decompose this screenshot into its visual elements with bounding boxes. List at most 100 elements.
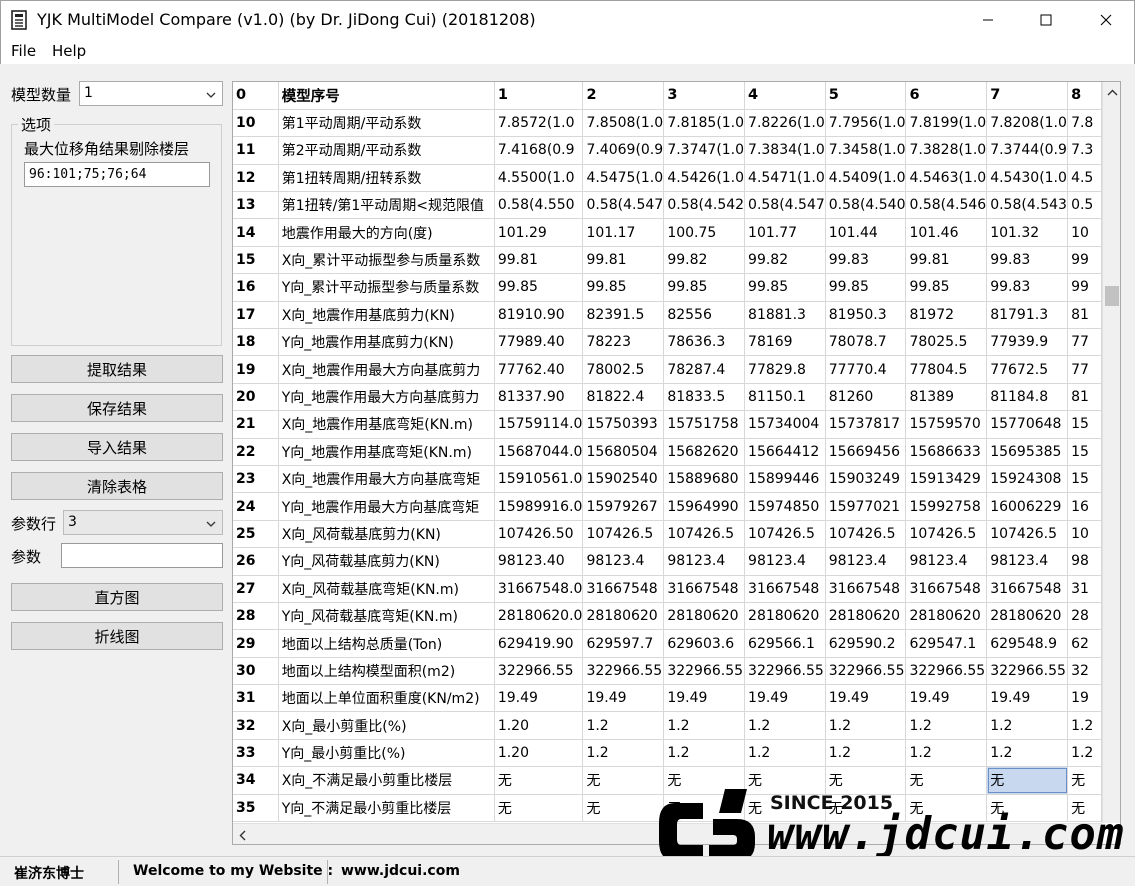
row-label-cell[interactable]: X向_不满足最小剪重比楼层 (278, 766, 495, 795)
grid-cell[interactable]: 99.81 (582, 246, 665, 275)
grid-cell[interactable]: 81791.3 (986, 301, 1069, 330)
grid-cell[interactable]: 81881.3 (744, 301, 826, 330)
grid-cell[interactable]: 7.8 (1067, 109, 1102, 138)
grid-cell[interactable]: 15682620 (663, 438, 746, 466)
close-button[interactable] (1077, 1, 1135, 39)
grid-cell[interactable]: 15 (1067, 438, 1102, 466)
grid-cell[interactable]: 7.8199(1.0 (905, 109, 988, 138)
menu-file[interactable]: File (11, 42, 36, 60)
row-label-cell[interactable]: 第2平动周期/平动系数 (278, 136, 495, 165)
grid-cell[interactable]: 7.4168(0.9 (494, 136, 584, 165)
grid-cell[interactable]: 15686633 (905, 438, 988, 466)
grid-cell[interactable]: 77 (1067, 355, 1102, 384)
row-index-cell[interactable]: 22 (233, 438, 279, 466)
grid-cell[interactable]: 15750393 (582, 410, 665, 439)
grid-cell[interactable]: 15989916.0 (494, 492, 584, 521)
clear-table-button[interactable]: 清除表格 (11, 472, 223, 500)
param-row-select[interactable]: 3 (63, 510, 223, 535)
grid-cell[interactable]: 无 (905, 794, 988, 823)
grid-cell[interactable]: 15913429 (905, 465, 988, 494)
grid-cell[interactable]: 7.3747(1.0 (663, 136, 746, 165)
maximize-button[interactable] (1017, 1, 1075, 39)
grid-cell[interactable]: 15903249 (825, 465, 907, 494)
grid-cell[interactable]: 629590.2 (825, 629, 907, 658)
grid-cell[interactable]: 无 (582, 766, 665, 795)
grid-cell[interactable]: 28180620 (744, 602, 826, 631)
grid-cell[interactable]: 15695385 (986, 438, 1069, 466)
grid-cell[interactable]: 78636.3 (663, 328, 746, 357)
grid-cell[interactable]: 31667548 (905, 575, 988, 603)
grid-cell[interactable]: 4.5463(1.0 (905, 164, 988, 193)
grid-cell[interactable]: 99.83 (986, 246, 1069, 275)
grid-cell[interactable]: 98123.4 (986, 547, 1069, 576)
grid-cell[interactable]: 1.2 (663, 711, 746, 740)
grid-cell[interactable]: 0.58(4.542 (663, 191, 746, 220)
grid-cell[interactable]: 19.49 (494, 684, 584, 713)
horizontal-scrollbar[interactable] (233, 823, 1102, 844)
grid-cell[interactable]: 16006229 (986, 492, 1069, 521)
grid-cell[interactable]: 322966.55 (825, 657, 907, 686)
grid-cell[interactable]: 629597.7 (582, 629, 665, 658)
row-label-cell[interactable]: Y向_风荷载基底弯矩(KN.m) (278, 602, 495, 631)
grid-cell[interactable]: 101.17 (582, 218, 665, 247)
grid-cell[interactable]: 0.5 (1067, 191, 1102, 220)
param-input[interactable] (61, 543, 223, 568)
grid-cell[interactable]: 107426.5 (582, 520, 665, 549)
vertical-scroll-thumb[interactable] (1105, 286, 1119, 306)
grid-cell[interactable]: 1.2 (825, 711, 907, 740)
grid-cell[interactable]: 19.49 (582, 684, 665, 713)
row-index-cell[interactable]: 26 (233, 547, 279, 576)
row-index-cell[interactable]: 18 (233, 328, 279, 357)
grid-cell[interactable]: 4.5426(1.0 (663, 164, 746, 193)
grid-cell[interactable]: 无 (825, 794, 907, 823)
row-index-cell[interactable]: 14 (233, 218, 279, 247)
row-index-cell[interactable]: 25 (233, 520, 279, 549)
grid-cell[interactable]: 15889680 (663, 465, 746, 494)
grid-cell[interactable]: 32 (1067, 657, 1102, 686)
grid-cell[interactable]: 77939.9 (986, 328, 1069, 357)
grid-cell[interactable]: 107426.50 (494, 520, 584, 549)
grid-cell[interactable]: 100.75 (663, 218, 746, 247)
grid-cell[interactable]: 4.5500(1.0 (494, 164, 584, 193)
row-label-cell[interactable]: Y向_地震作用基底剪力(KN) (278, 328, 495, 357)
grid-cell[interactable]: 15734004 (744, 410, 826, 439)
grid-cell[interactable]: 28180620 (582, 602, 665, 631)
grid-cell[interactable]: 1.2 (582, 711, 665, 740)
line-chart-button[interactable]: 折线图 (11, 622, 223, 650)
grid-cell[interactable]: 4.5430(1.0 (986, 164, 1069, 193)
row-index-cell[interactable]: 28 (233, 602, 279, 631)
row-index-cell[interactable]: 30 (233, 657, 279, 686)
grid-cell[interactable]: 31667548 (744, 575, 826, 603)
grid-cell[interactable]: 81972 (905, 301, 988, 330)
grid-cell[interactable]: 31667548 (582, 575, 665, 603)
row-index-cell[interactable]: 32 (233, 711, 279, 740)
grid-cell[interactable]: 101.29 (494, 218, 584, 247)
row-label-cell[interactable]: Y向_地震作用最大方向基底剪力 (278, 383, 495, 412)
grid-cell[interactable]: 15669456 (825, 438, 907, 466)
grid-cell[interactable]: 77 (1067, 328, 1102, 357)
grid-cell[interactable]: 78078.7 (825, 328, 907, 357)
row-label-cell[interactable]: Y向_风荷载基底剪力(KN) (278, 547, 495, 576)
grid-cell[interactable]: 31667548 (986, 575, 1069, 603)
row-index-cell[interactable]: 11 (233, 136, 279, 165)
grid-cell[interactable]: 98123.4 (663, 547, 746, 576)
grid-cell[interactable]: 77672.5 (986, 355, 1069, 384)
grid-cell[interactable]: 15992758 (905, 492, 988, 521)
grid-cell[interactable]: 4.5471(1.0 (744, 164, 826, 193)
row-index-cell[interactable]: 17 (233, 301, 279, 330)
grid-cell[interactable]: 无 (1067, 794, 1102, 823)
grid-cell[interactable]: 15924308 (986, 465, 1069, 494)
grid-cell[interactable]: 1.2 (1067, 711, 1102, 740)
results-grid[interactable]: 0 模型序号 1 2 3 4 5 6 7 8 10 第1平动周期/平动系数 7.8572(1.0 7.85… (232, 81, 1121, 845)
minimize-button[interactable] (959, 1, 1017, 39)
row-label-cell[interactable]: 第1扭转/第1平动周期<规范限值 (278, 191, 495, 220)
exclude-floors-input[interactable] (24, 162, 210, 187)
grid-cell[interactable]: 322966.55 (582, 657, 665, 686)
grid-cell[interactable]: 7.8226(1.0 (744, 109, 826, 138)
grid-cell[interactable]: 0.58(4.540 (825, 191, 907, 220)
grid-cell[interactable]: 78025.5 (905, 328, 988, 357)
vertical-scrollbar[interactable] (1102, 82, 1120, 823)
grid-cell[interactable]: 15 (1067, 410, 1102, 439)
grid-cell[interactable]: 28 (1067, 602, 1102, 631)
grid-cell[interactable]: 31 (1067, 575, 1102, 603)
